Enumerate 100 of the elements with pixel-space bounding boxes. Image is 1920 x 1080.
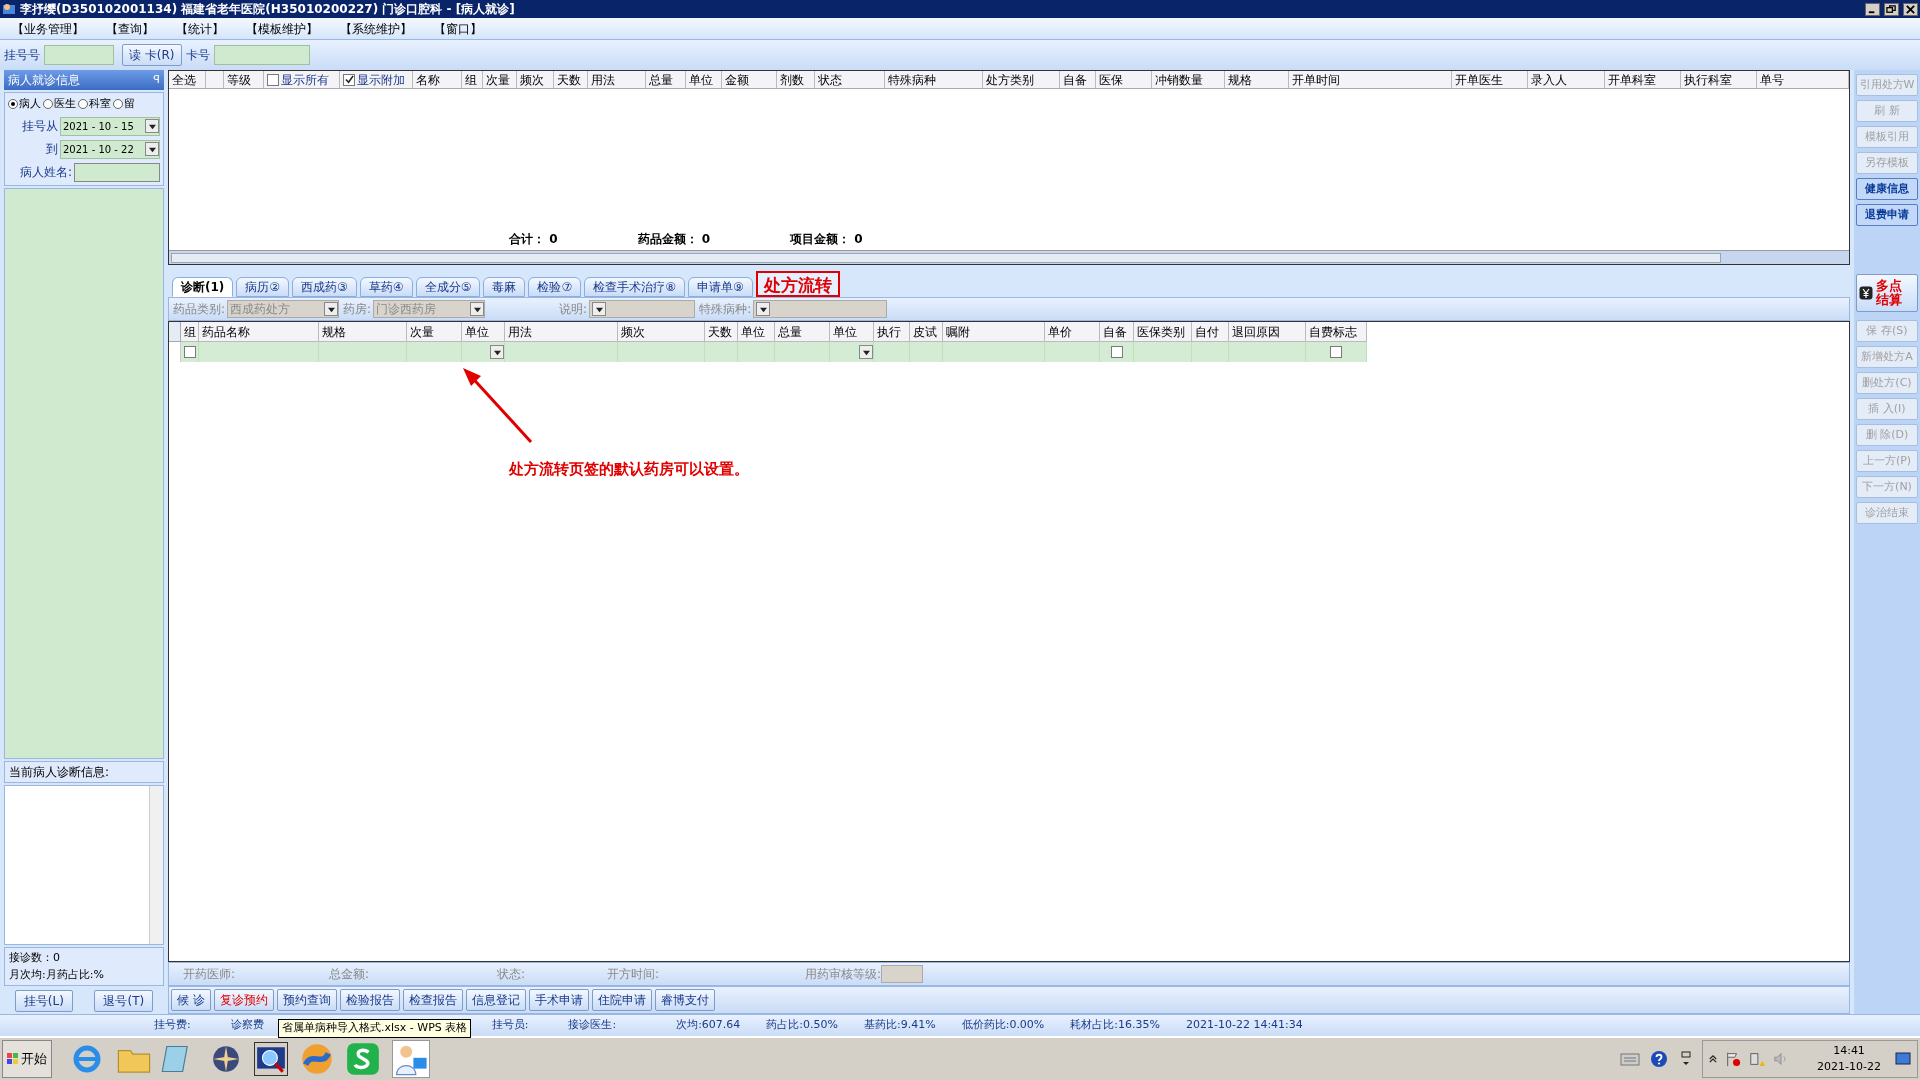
action-button[interactable]: 预约查询: [276, 989, 337, 1011]
doctor-app-icon[interactable]: [392, 1040, 430, 1078]
column-header[interactable]: 录入人: [1528, 71, 1605, 88]
column-header[interactable]: 自付: [1192, 322, 1229, 342]
tab[interactable]: 处方流转: [755, 271, 840, 297]
radio-button[interactable]: [43, 99, 53, 110]
menu-item[interactable]: 【窗口】: [434, 19, 482, 38]
column-header[interactable]: 规格: [319, 322, 407, 342]
table-cell[interactable]: [618, 342, 705, 362]
keyboard-icon[interactable]: [1620, 1052, 1641, 1066]
horizontal-scrollbar[interactable]: [169, 250, 1849, 264]
column-header[interactable]: 特殊病种: [885, 71, 983, 88]
radio-button[interactable]: [8, 99, 18, 110]
action-button[interactable]: 检查报告: [402, 989, 463, 1011]
action-button[interactable]: 复诊预约: [213, 989, 274, 1011]
side-button[interactable]: 健康信息: [1856, 178, 1918, 200]
network-warning-icon[interactable]: [1749, 1051, 1766, 1067]
column-header[interactable]: 频次: [618, 322, 705, 342]
restore-icon[interactable]: [1884, 2, 1899, 16]
column-header[interactable]: 用法: [505, 322, 618, 342]
tab[interactable]: 诊断(1): [172, 277, 234, 297]
column-header[interactable]: 皮试: [910, 322, 943, 342]
tab[interactable]: 全成分⑤: [415, 277, 481, 297]
settle-button[interactable]: 多点结算: [1856, 274, 1918, 312]
chevron-up-icon[interactable]: [1709, 1054, 1718, 1064]
column-header[interactable]: 用法: [588, 71, 646, 88]
spreadsheet-app-icon[interactable]: [346, 1042, 380, 1076]
column-header[interactable]: 单位: [462, 322, 505, 342]
column-header[interactable]: 执行科室: [1681, 71, 1757, 88]
action-button[interactable]: 手术申请: [528, 989, 589, 1011]
menu-item[interactable]: 【系统维护】: [340, 19, 412, 38]
tab[interactable]: 毒麻: [483, 277, 526, 297]
radio-button[interactable]: [78, 99, 88, 110]
column-header[interactable]: 处方类别: [983, 71, 1060, 88]
menu-item[interactable]: 【业务管理】: [12, 19, 84, 38]
column-header[interactable]: 单价: [1045, 322, 1100, 342]
action-button[interactable]: 候 诊: [171, 989, 211, 1011]
table-cell[interactable]: [1045, 342, 1100, 362]
column-header[interactable]: 显示所有: [264, 71, 340, 88]
window-switch-icon[interactable]: [1680, 1050, 1693, 1068]
checkbox[interactable]: [267, 73, 279, 86]
column-header[interactable]: 天数: [554, 71, 588, 88]
card-field[interactable]: [213, 45, 310, 65]
table-cell[interactable]: [943, 342, 1045, 362]
read-card-button[interactable]: 读 卡(R): [122, 44, 182, 66]
register-button[interactable]: 退号(T): [94, 990, 154, 1012]
column-header[interactable]: 次量: [483, 71, 517, 88]
swirl-logo-icon[interactable]: [300, 1042, 334, 1076]
table-cell[interactable]: [738, 342, 775, 362]
action-button[interactable]: 睿博支付: [654, 989, 715, 1011]
column-header[interactable]: 开单科室: [1605, 71, 1681, 88]
database-magnifier-icon[interactable]: [254, 1042, 288, 1076]
column-header[interactable]: 名称: [413, 71, 462, 88]
side-button[interactable]: 退费申请: [1856, 204, 1918, 226]
action-button[interactable]: 检验报告: [339, 989, 400, 1011]
table-cell[interactable]: [874, 342, 910, 362]
start-button[interactable]: 开始: [2, 1040, 52, 1078]
checkbox[interactable]: [183, 346, 196, 358]
column-header[interactable]: 单位: [686, 71, 722, 88]
column-header[interactable]: 状态: [815, 71, 885, 88]
date-field[interactable]: 2021 - 10 - 22: [60, 139, 160, 159]
table-cell[interactable]: [1192, 342, 1229, 362]
menu-item[interactable]: 【查询】: [106, 19, 154, 38]
table-cell[interactable]: [830, 342, 874, 362]
table-cell[interactable]: [705, 342, 738, 362]
column-header[interactable]: 显示附加: [340, 71, 413, 88]
column-header[interactable]: 医保类别: [1134, 322, 1192, 342]
menu-item[interactable]: 【模板维护】: [246, 19, 318, 38]
column-header[interactable]: 嘱附: [943, 322, 1045, 342]
column-header[interactable]: 自费标志: [1306, 322, 1367, 342]
table-cell[interactable]: [1229, 342, 1306, 362]
minimize-icon[interactable]: [1865, 2, 1880, 16]
column-header[interactable]: 退回原因: [1229, 322, 1306, 342]
flag-error-icon[interactable]: [1725, 1051, 1742, 1067]
table-cell[interactable]: [1100, 342, 1134, 362]
column-header[interactable]: 天数: [705, 322, 738, 342]
tab[interactable]: 检查手术治疗⑧: [584, 277, 685, 297]
column-header[interactable]: 开单时间: [1289, 71, 1452, 88]
column-header[interactable]: 执行: [874, 322, 910, 342]
pin-icon[interactable]: ꟼ: [153, 71, 160, 89]
browser-icon[interactable]: [72, 1044, 102, 1074]
scrollbar[interactable]: [149, 786, 163, 944]
date-field[interactable]: 2021 - 10 - 15: [60, 116, 160, 136]
radio-button[interactable]: [113, 99, 123, 110]
column-header[interactable]: 自备: [1060, 71, 1096, 88]
column-header[interactable]: 等级: [224, 71, 264, 88]
name-field[interactable]: [74, 162, 160, 182]
column-header[interactable]: 金额: [722, 71, 777, 88]
close-icon[interactable]: [1903, 2, 1918, 16]
column-header[interactable]: 剂数: [777, 71, 815, 88]
column-header[interactable]: 总量: [646, 71, 686, 88]
column-header[interactable]: 次量: [407, 322, 462, 342]
table-cell[interactable]: [1134, 342, 1192, 362]
table-cell[interactable]: [319, 342, 407, 362]
help-icon[interactable]: [1650, 1050, 1669, 1068]
table-cell[interactable]: [407, 342, 462, 362]
checkbox[interactable]: [343, 73, 355, 86]
column-header[interactable]: 单位: [830, 322, 874, 342]
show-desktop-icon[interactable]: [1895, 1052, 1911, 1066]
table-cell[interactable]: [199, 342, 319, 362]
